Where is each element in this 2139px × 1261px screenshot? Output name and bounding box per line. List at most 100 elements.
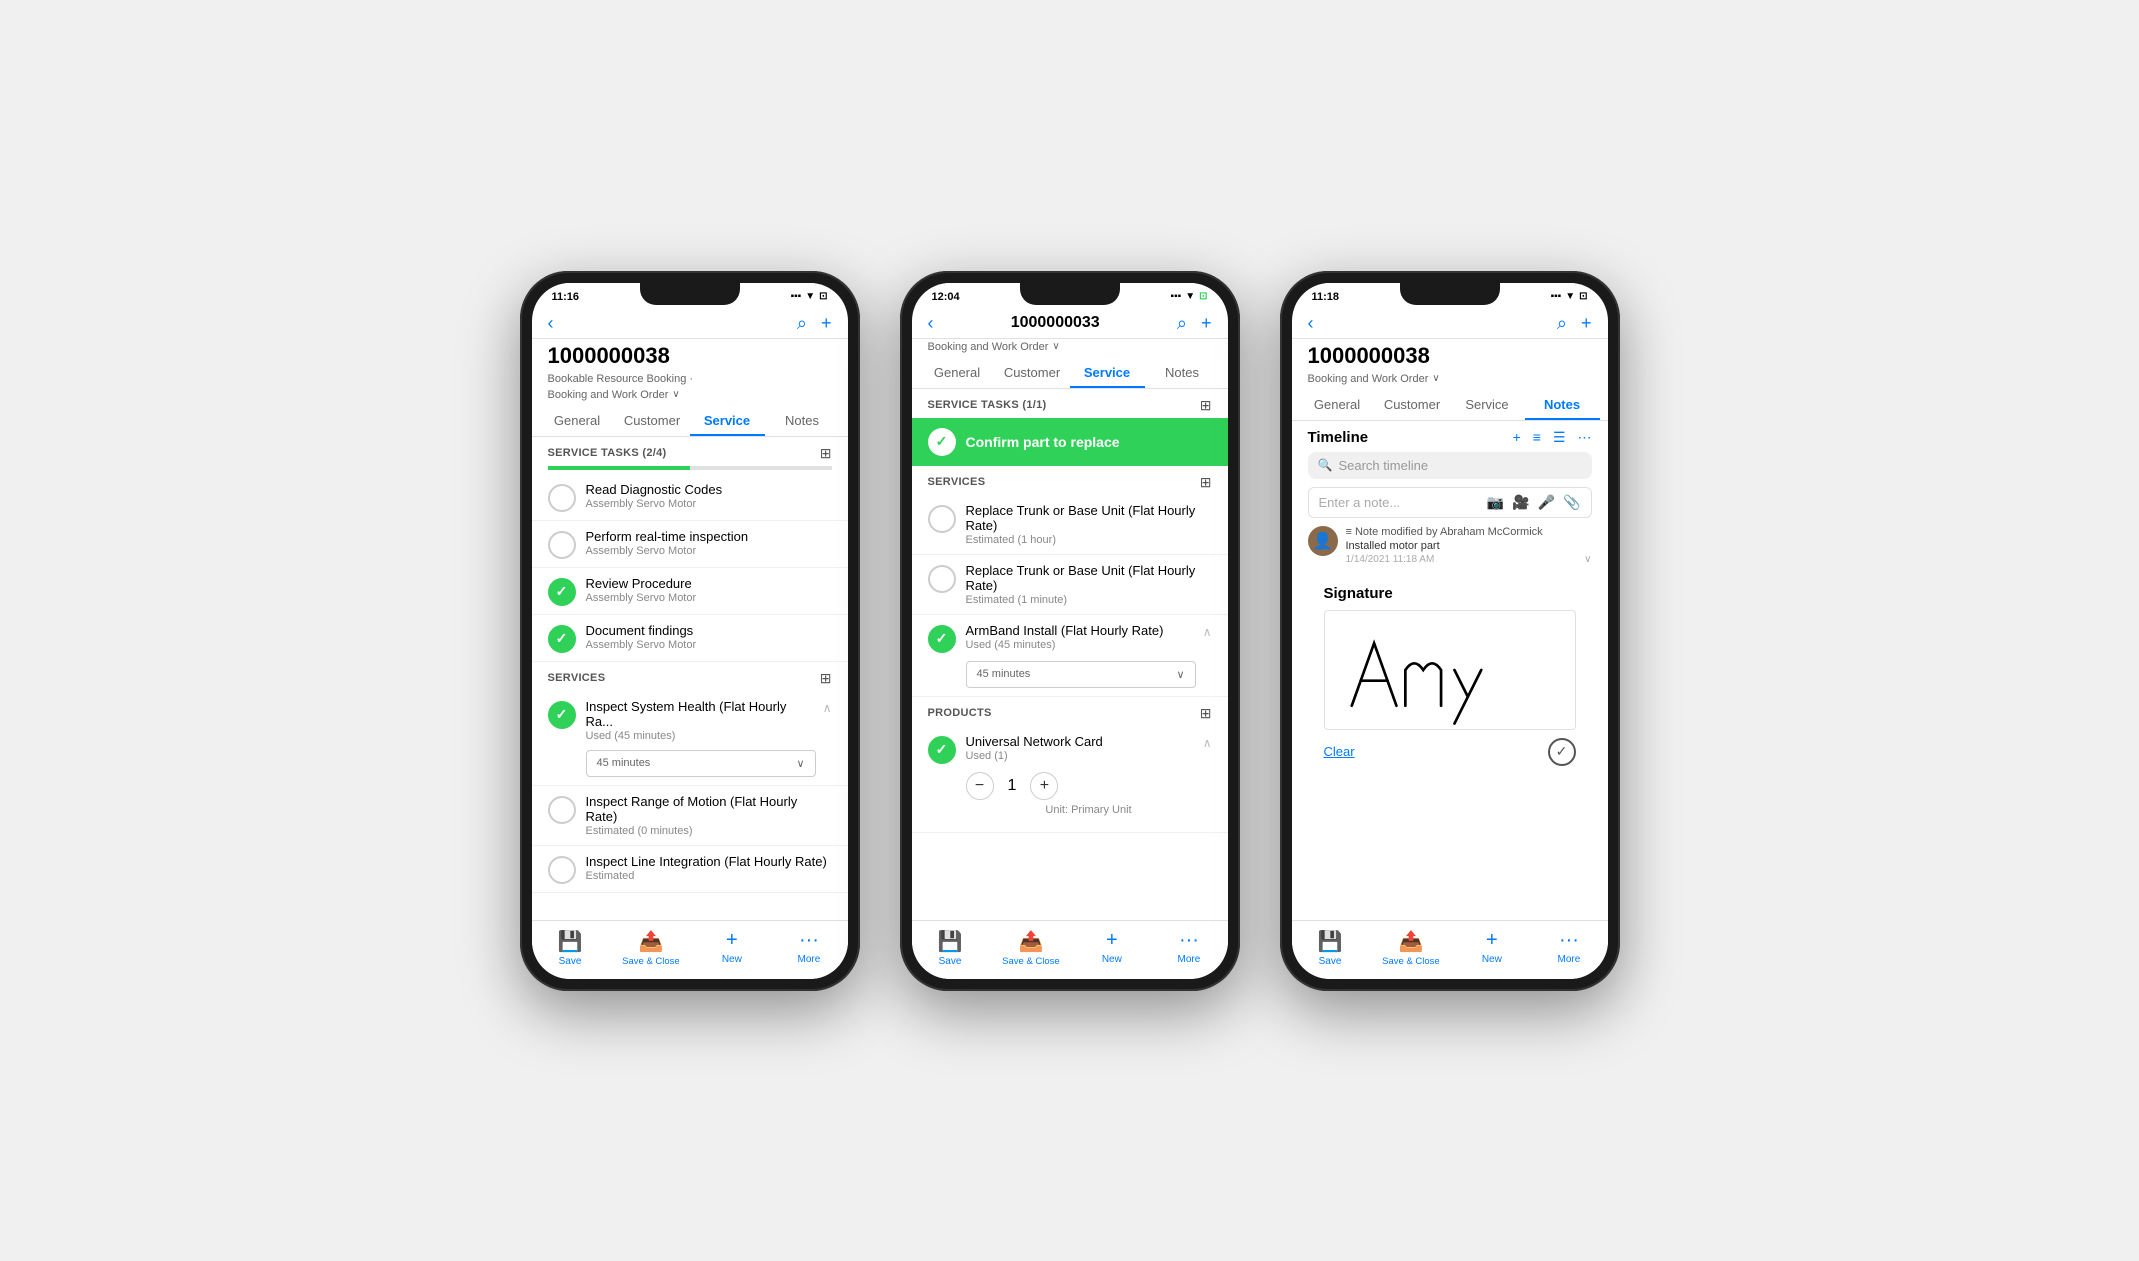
signature-canvas-3[interactable] — [1324, 610, 1576, 730]
add-button-3[interactable]: + — [1581, 313, 1592, 334]
back-button-1[interactable]: ‹ — [548, 313, 554, 334]
more-btn-2[interactable]: ··· More — [1164, 929, 1214, 967]
tab-general-2[interactable]: General — [920, 357, 995, 388]
search-button-3[interactable]: ⌕ — [1557, 313, 1567, 334]
camera-icon-3[interactable]: 📷 — [1487, 494, 1504, 511]
status-icons-1: ▪▪▪ ▼ ⊡ — [791, 291, 828, 302]
mic-icon-3[interactable]: 🎤 — [1538, 494, 1555, 511]
services-icon-2[interactable]: ⊞ — [1200, 474, 1212, 491]
service-tasks-header-2: SERVICE TASKS (1/1) ⊞ — [912, 389, 1228, 418]
task-item-1[interactable]: Read Diagnostic Codes Assembly Servo Mot… — [532, 474, 848, 521]
add-button-1[interactable]: + — [821, 313, 832, 334]
task-item-3[interactable]: Review Procedure Assembly Servo Motor — [532, 568, 848, 615]
tab-general-3[interactable]: General — [1300, 389, 1375, 420]
search-button-2[interactable]: ⌕ — [1177, 313, 1187, 334]
back-button-2[interactable]: ‹ — [928, 313, 934, 334]
new-btn-3[interactable]: + New — [1467, 929, 1517, 967]
new-btn-2[interactable]: + New — [1087, 929, 1137, 967]
service-tasks-header-1: SERVICE TASKS (2/4) ⊞ — [532, 437, 848, 466]
save-close-btn-1[interactable]: 📤 Save & Close — [622, 929, 680, 967]
tab-service-2[interactable]: Service — [1070, 357, 1145, 388]
video-icon-3[interactable]: 🎥 — [1512, 494, 1529, 511]
attach-icon-3[interactable]: 📎 — [1563, 494, 1580, 511]
scroll-content-2: SERVICE TASKS (1/1) ⊞ ✓ Confirm part to … — [912, 389, 1228, 920]
service-p2-item-3[interactable]: ArmBand Install (Flat Hourly Rate) Used … — [912, 615, 1228, 697]
service-dropdown-1[interactable]: 45 minutes ∨ — [586, 750, 816, 777]
note-input-3[interactable]: Enter a note... 📷 🎥 🎤 📎 — [1308, 487, 1592, 518]
tab-general-1[interactable]: General — [540, 405, 615, 436]
task-item-2[interactable]: Perform real-time inspection Assembly Se… — [532, 521, 848, 568]
bottom-bar-2: 💾 Save 📤 Save & Close + New ··· More — [912, 920, 1228, 979]
tabs-2: General Customer Service Notes — [912, 357, 1228, 389]
scene: 11:16 ▪▪▪ ▼ ⊡ ‹ ⌕ + 1000000038 B — [480, 231, 1660, 1031]
product-check-1[interactable] — [928, 736, 956, 764]
service-p2-item-1[interactable]: Replace Trunk or Base Unit (Flat Hourly … — [912, 495, 1228, 555]
check-circle-1[interactable] — [548, 484, 576, 512]
notch-1 — [640, 283, 740, 305]
service-check-3[interactable] — [548, 856, 576, 884]
product-item-1[interactable]: Universal Network Card Used (1) ∧ − 1 + … — [912, 726, 1228, 833]
subtitle-row-1: Bookable Resource Booking · — [532, 371, 848, 389]
save-btn-2[interactable]: 💾 Save — [925, 929, 975, 967]
scroll-content-1: SERVICE TASKS (2/4) ⊞ Read Diagnostic Co… — [532, 437, 848, 920]
tab-customer-3[interactable]: Customer — [1375, 389, 1450, 420]
header-actions-1: ⌕ + — [797, 313, 832, 334]
save-btn-3[interactable]: 💾 Save — [1305, 929, 1355, 967]
timeline-more-btn[interactable]: ⋯ — [1578, 429, 1592, 446]
decrement-btn-1[interactable]: − — [966, 772, 994, 800]
save-close-btn-2[interactable]: 📤 Save & Close — [1002, 929, 1060, 967]
section-icon-2[interactable]: ⊞ — [1200, 397, 1212, 414]
signature-svg-3 — [1325, 611, 1575, 729]
service-item-3[interactable]: Inspect Line Integration (Flat Hourly Ra… — [532, 846, 848, 893]
save-close-icon-1: 📤 — [638, 929, 663, 954]
confirm-button-3[interactable]: ✓ — [1548, 738, 1576, 766]
products-icon-2[interactable]: ⊞ — [1200, 705, 1212, 722]
section-icon-1[interactable]: ⊞ — [820, 445, 832, 462]
service-p2-check-3[interactable] — [928, 625, 956, 653]
tab-customer-1[interactable]: Customer — [615, 405, 690, 436]
service-item-2[interactable]: Inspect Range of Motion (Flat Hourly Rat… — [532, 786, 848, 846]
add-button-2[interactable]: + — [1201, 313, 1212, 334]
products-header-2: PRODUCTS ⊞ — [912, 697, 1228, 726]
tab-service-3[interactable]: Service — [1450, 389, 1525, 420]
tab-notes-3[interactable]: Notes — [1525, 389, 1600, 420]
timeline-header-3: Timeline + ≡ ☰ ⋯ — [1308, 429, 1592, 446]
timeline-add-btn[interactable]: + — [1513, 429, 1521, 446]
note-avatar-3: 👤 — [1308, 526, 1338, 556]
more-btn-3[interactable]: ··· More — [1544, 929, 1594, 967]
tab-notes-1[interactable]: Notes — [765, 405, 840, 436]
service-p2-check-1[interactable] — [928, 505, 956, 533]
service-p2-check-2[interactable] — [928, 565, 956, 593]
save-close-btn-3[interactable]: 📤 Save & Close — [1382, 929, 1440, 967]
timeline-search-3[interactable]: 🔍 Search timeline — [1308, 452, 1592, 479]
app-header-1: ‹ ⌕ + — [532, 307, 848, 339]
clear-button-3[interactable]: Clear — [1324, 744, 1355, 759]
check-circle-3[interactable] — [548, 578, 576, 606]
product-counter-1: − 1 + — [966, 772, 1212, 800]
search-icon-3: 🔍 — [1318, 458, 1333, 472]
back-button-3[interactable]: ‹ — [1308, 313, 1314, 334]
tabs-1: General Customer Service Notes — [532, 405, 848, 437]
save-btn-1[interactable]: 💾 Save — [545, 929, 595, 967]
timeline-filter-btn[interactable]: ≡ — [1533, 429, 1541, 446]
service-check-1[interactable] — [548, 701, 576, 729]
check-circle-2[interactable] — [548, 531, 576, 559]
check-circle-4[interactable] — [548, 625, 576, 653]
tab-service-1[interactable]: Service — [690, 405, 765, 436]
service-p2-dropdown-3[interactable]: 45 minutes ∨ — [966, 661, 1196, 688]
more-btn-1[interactable]: ··· More — [784, 929, 834, 967]
confirmed-task-2[interactable]: ✓ Confirm part to replace — [912, 418, 1228, 466]
increment-btn-1[interactable]: + — [1030, 772, 1058, 800]
search-button-1[interactable]: ⌕ — [797, 313, 807, 334]
note-expand-3[interactable]: ∨ — [1584, 554, 1591, 565]
tab-customer-2[interactable]: Customer — [995, 357, 1070, 388]
service-check-2[interactable] — [548, 796, 576, 824]
services-icon-1[interactable]: ⊞ — [820, 670, 832, 687]
service-p2-item-2[interactable]: Replace Trunk or Base Unit (Flat Hourly … — [912, 555, 1228, 615]
service-item-1[interactable]: Inspect System Health (Flat Hourly Ra...… — [532, 691, 848, 786]
task-item-4[interactable]: Document findings Assembly Servo Motor — [532, 615, 848, 662]
new-btn-1[interactable]: + New — [707, 929, 757, 967]
bottom-bar-1: 💾 Save 📤 Save & Close + New ··· More — [532, 920, 848, 979]
timeline-list-btn[interactable]: ☰ — [1553, 429, 1566, 446]
tab-notes-2[interactable]: Notes — [1145, 357, 1220, 388]
